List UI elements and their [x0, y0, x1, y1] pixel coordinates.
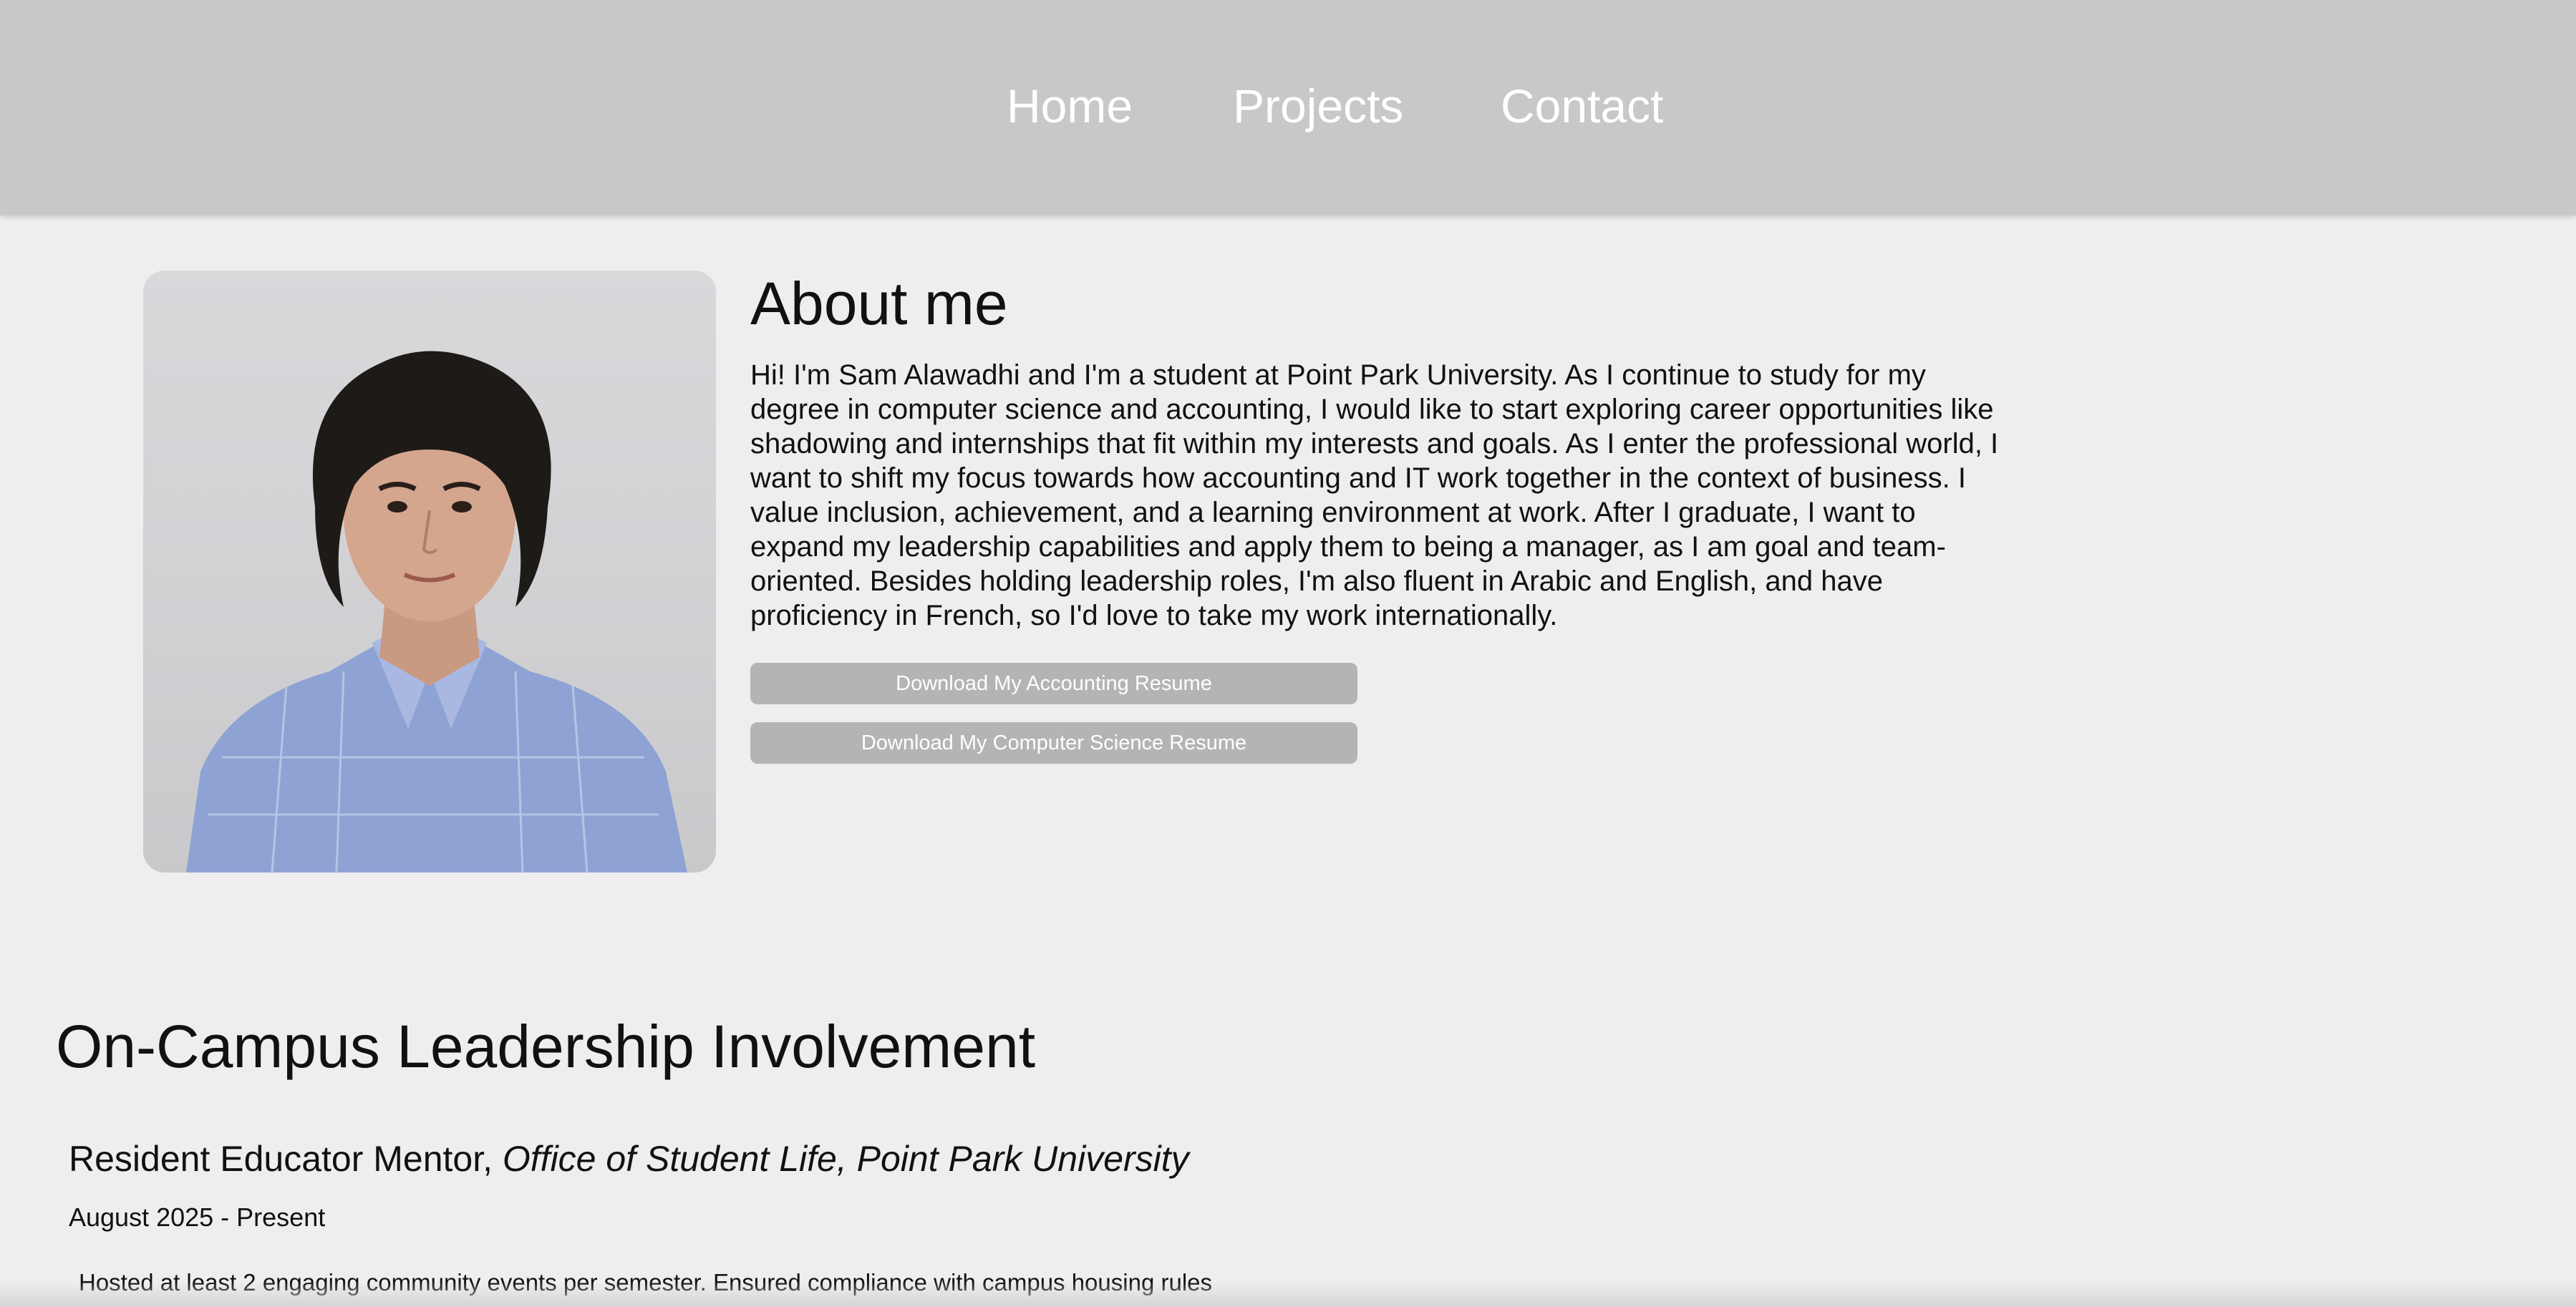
nav-link-contact[interactable]: Contact: [1501, 74, 1663, 138]
role-title: Resident Educator Mentor, Office of Stud…: [69, 1135, 1189, 1182]
about-paragraph: Hi! I'm Sam Alawadhi and I'm a student a…: [750, 359, 1999, 631]
role-description: Hosted at least 2 engaging community eve…: [79, 1269, 1213, 1296]
profile-photo-illustration: [186, 351, 687, 873]
nav-link-home[interactable]: Home: [1007, 74, 1133, 138]
role-organization: Office of Student Life, Point Park Unive…: [502, 1139, 1189, 1179]
nav-link-projects[interactable]: Projects: [1233, 74, 1403, 138]
download-cs-resume-button[interactable]: Download My Computer Science Resume: [750, 722, 1357, 764]
download-accounting-resume-button[interactable]: Download My Accounting Resume: [750, 663, 1357, 704]
role-position: Resident Educator Mentor,: [69, 1139, 503, 1179]
profile-photo: [143, 271, 716, 873]
top-navbar: Home Projects Contact: [0, 0, 2576, 215]
about-heading: About me: [750, 270, 1008, 337]
role-dates: August 2025 - Present: [69, 1202, 326, 1232]
leadership-section-heading: On-Campus Leadership Involvement: [56, 1013, 1036, 1080]
